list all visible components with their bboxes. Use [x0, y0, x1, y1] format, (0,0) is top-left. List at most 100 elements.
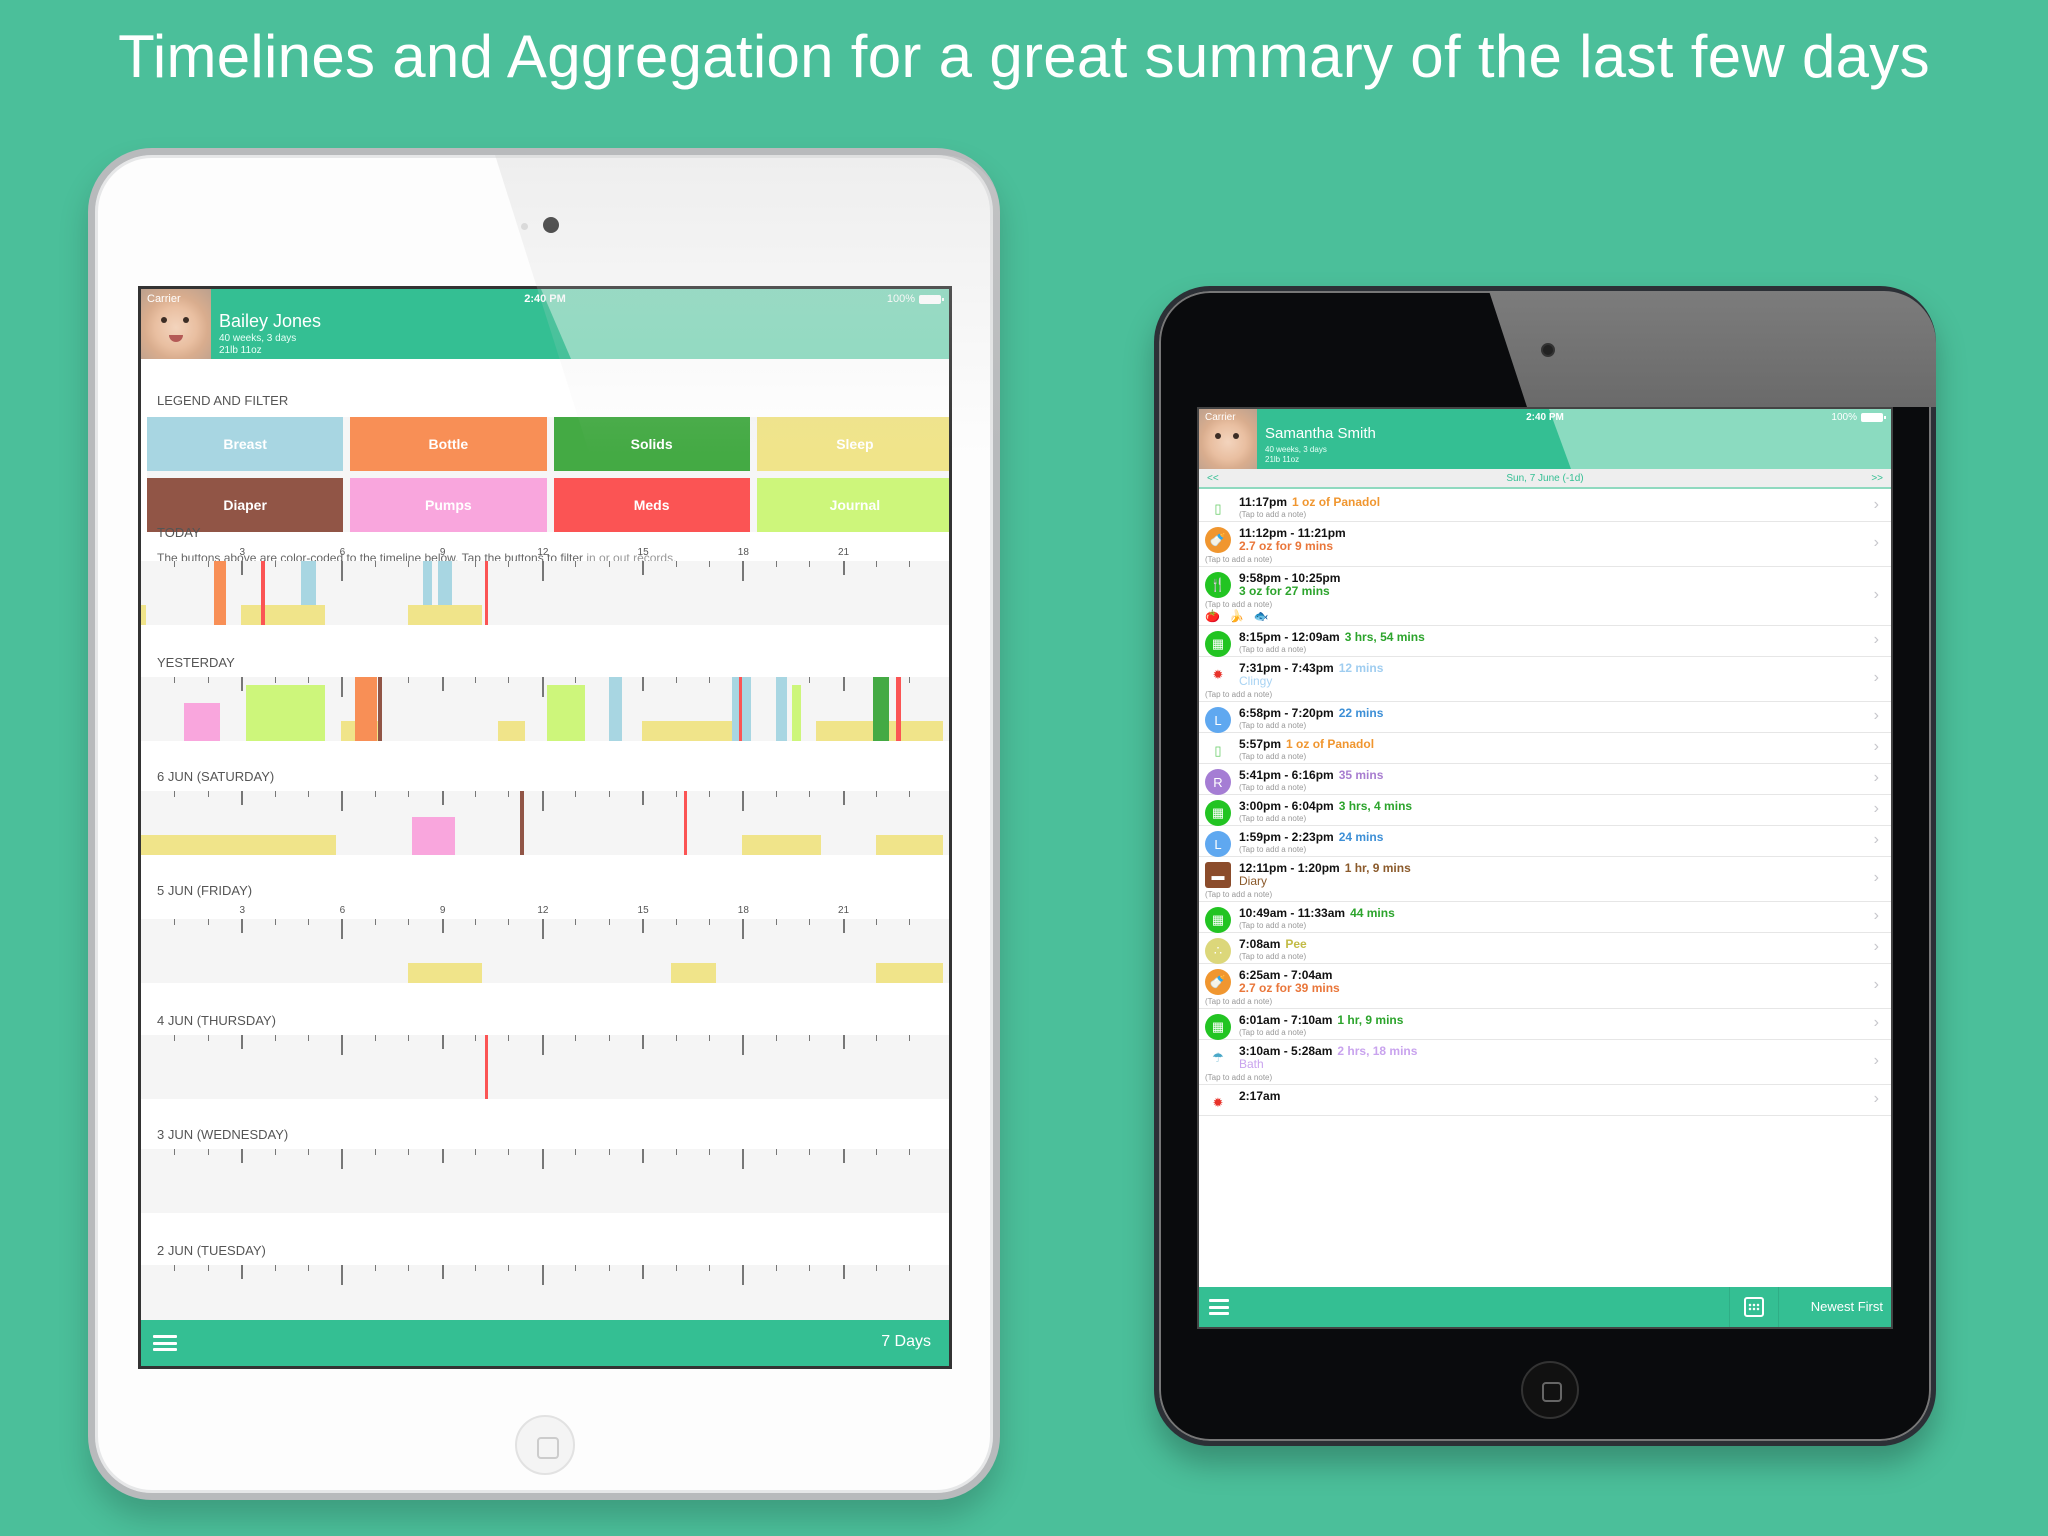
- add-note-hint[interactable]: (Tap to add a note): [1205, 600, 1272, 609]
- legend-button-diaper[interactable]: Diaper: [147, 478, 344, 532]
- add-note-hint[interactable]: (Tap to add a note): [1239, 921, 1306, 930]
- event-sleep[interactable]: [141, 835, 337, 855]
- legend-button-solids[interactable]: Solids: [553, 417, 750, 471]
- add-note-hint[interactable]: (Tap to add a note): [1239, 952, 1306, 961]
- list-item[interactable]: ✹ 7:31pm - 7:43pm 12 mins Clingy (Tap to add…: [1199, 657, 1891, 702]
- event-sleep[interactable]: [875, 963, 943, 983]
- home-button[interactable]: [515, 1415, 575, 1475]
- list-item[interactable]: ▬ 12:11pm - 1:20pm 1 hr, 9 mins Diary (Tap t…: [1199, 857, 1891, 902]
- day-track[interactable]: [141, 1149, 949, 1213]
- list-item[interactable]: 🍴 9:58pm - 10:25pm 3 oz for 27 mins (Tap to…: [1199, 567, 1891, 626]
- profile-header[interactable]: Carrier 2:40 PM 100% Samantha Smith 40 w…: [1199, 409, 1891, 469]
- add-note-hint[interactable]: (Tap to add a note): [1239, 783, 1306, 792]
- chevron-right-icon[interactable]: ›: [1874, 831, 1879, 849]
- event-sleep[interactable]: [408, 963, 482, 983]
- list-item[interactable]: ▦ 8:15pm - 12:09am 3 hrs, 54 mins (Tap to a…: [1199, 626, 1891, 657]
- chevron-right-icon[interactable]: ›: [1874, 669, 1879, 687]
- legend-button-breast[interactable]: Breast: [147, 417, 344, 471]
- event-meds[interactable]: [485, 561, 489, 625]
- profile-header[interactable]: Carrier 2:40 PM 100% Bailey Jones 40 wee…: [141, 289, 949, 359]
- home-button[interactable]: [1521, 1361, 1579, 1419]
- sort-order-button[interactable]: Newest First: [1811, 1299, 1883, 1314]
- event-breast[interactable]: [423, 561, 432, 605]
- list-item[interactable]: R 5:41pm - 6:16pm 35 mins (Tap to add a not…: [1199, 764, 1891, 795]
- legend-button-pumps[interactable]: Pumps: [350, 478, 547, 532]
- chevron-right-icon[interactable]: ›: [1874, 938, 1879, 956]
- legend-button-journal[interactable]: Journal: [756, 478, 949, 532]
- event-breast[interactable]: [775, 677, 788, 741]
- hamburger-icon[interactable]: [153, 1335, 177, 1351]
- add-note-hint[interactable]: (Tap to add a note): [1239, 721, 1306, 730]
- list-item[interactable]: ▦ 3:00pm - 6:04pm 3 hrs, 4 mins (Tap to add…: [1199, 795, 1891, 826]
- chevron-right-icon[interactable]: ›: [1874, 738, 1879, 756]
- event-breast[interactable]: [301, 561, 317, 605]
- list-item[interactable]: ▯ 5:57pm 1 oz of Panadol (Tap to add a note…: [1199, 733, 1891, 764]
- day-track[interactable]: [141, 791, 949, 855]
- event-journal[interactable]: [546, 685, 586, 741]
- event-sleep[interactable]: [241, 605, 325, 625]
- add-note-hint[interactable]: (Tap to add a note): [1205, 890, 1272, 899]
- event-sleep[interactable]: [141, 605, 146, 625]
- list-item[interactable]: 🍼 11:12pm - 11:21pm 2.7 oz for 9 mins (Tap …: [1199, 522, 1891, 567]
- event-pumps[interactable]: [411, 817, 456, 855]
- event-meds[interactable]: [683, 791, 688, 855]
- event-meds[interactable]: [485, 1035, 489, 1099]
- day-track[interactable]: [141, 677, 949, 741]
- event-bottle[interactable]: [214, 561, 227, 625]
- event-sleep[interactable]: [875, 835, 943, 855]
- event-sleep[interactable]: [670, 963, 716, 983]
- add-note-hint[interactable]: (Tap to add a note): [1239, 645, 1306, 654]
- add-note-hint[interactable]: (Tap to add a note): [1205, 997, 1272, 1006]
- list-item[interactable]: ∴ 7:08am Pee (Tap to add a note) ›: [1199, 933, 1891, 964]
- chevron-right-icon[interactable]: ›: [1874, 907, 1879, 925]
- add-note-hint[interactable]: (Tap to add a note): [1205, 690, 1272, 699]
- range-button[interactable]: 7 Days: [881, 1333, 931, 1351]
- chevron-right-icon[interactable]: ›: [1874, 769, 1879, 787]
- event-journal[interactable]: [792, 685, 801, 741]
- event-sleep[interactable]: [408, 605, 482, 625]
- list-item[interactable]: ▦ 10:49am - 11:33am 44 mins (Tap to add a n…: [1199, 902, 1891, 933]
- chevron-right-icon[interactable]: ›: [1874, 707, 1879, 725]
- legend-button-bottle[interactable]: Bottle: [350, 417, 547, 471]
- add-note-hint[interactable]: (Tap to add a note): [1239, 814, 1306, 823]
- event-meds[interactable]: [261, 561, 265, 625]
- day-track[interactable]: [141, 1035, 949, 1099]
- event-bottle[interactable]: [354, 677, 377, 741]
- chevron-right-icon[interactable]: ›: [1874, 976, 1879, 994]
- add-note-hint[interactable]: (Tap to add a note): [1239, 845, 1306, 854]
- legend-button-meds[interactable]: Meds: [553, 478, 750, 532]
- event-sleep[interactable]: [642, 721, 746, 741]
- event-meds[interactable]: [739, 677, 743, 741]
- day-track[interactable]: [141, 919, 949, 983]
- hamburger-icon[interactable]: [1209, 1299, 1229, 1315]
- chevron-right-icon[interactable]: ›: [1874, 800, 1879, 818]
- add-note-hint[interactable]: (Tap to add a note): [1205, 1073, 1272, 1082]
- event-solids[interactable]: [872, 677, 890, 741]
- list-item[interactable]: ✹ 2:17am ›: [1199, 1085, 1891, 1116]
- event-sleep[interactable]: [742, 835, 821, 855]
- calendar-button[interactable]: [1729, 1287, 1779, 1327]
- next-day-button[interactable]: >>: [1871, 473, 1883, 484]
- chevron-right-icon[interactable]: ›: [1874, 496, 1879, 514]
- event-journal[interactable]: [246, 685, 325, 741]
- list-item[interactable]: ▯ 11:17pm 1 oz of Panadol (Tap to add a not…: [1199, 491, 1891, 522]
- day-track[interactable]: [141, 561, 949, 625]
- event-breast[interactable]: [608, 677, 623, 741]
- list-item[interactable]: ☂ 3:10am - 5:28am 2 hrs, 18 mins Bath (Tap t…: [1199, 1040, 1891, 1085]
- event-sleep[interactable]: [498, 721, 526, 741]
- list-item[interactable]: L 6:58pm - 7:20pm 22 mins (Tap to add a not…: [1199, 702, 1891, 733]
- list-item[interactable]: L 1:59pm - 2:23pm 24 mins (Tap to add a not…: [1199, 826, 1891, 857]
- add-note-hint[interactable]: (Tap to add a note): [1239, 752, 1306, 761]
- event-meds[interactable]: [896, 677, 902, 741]
- chevron-right-icon[interactable]: ›: [1874, 586, 1879, 604]
- list-item[interactable]: ▦ 6:01am - 7:10am 1 hr, 9 mins (Tap to add …: [1199, 1009, 1891, 1040]
- event-pumps[interactable]: [184, 703, 220, 741]
- chevron-right-icon[interactable]: ›: [1874, 534, 1879, 552]
- chevron-right-icon[interactable]: ›: [1874, 869, 1879, 887]
- add-note-hint[interactable]: (Tap to add a note): [1205, 555, 1272, 564]
- chevron-right-icon[interactable]: ›: [1874, 1014, 1879, 1032]
- event-breast[interactable]: [438, 561, 452, 605]
- chevron-right-icon[interactable]: ›: [1874, 631, 1879, 649]
- chevron-right-icon[interactable]: ›: [1874, 1090, 1879, 1108]
- add-note-hint[interactable]: (Tap to add a note): [1239, 510, 1306, 519]
